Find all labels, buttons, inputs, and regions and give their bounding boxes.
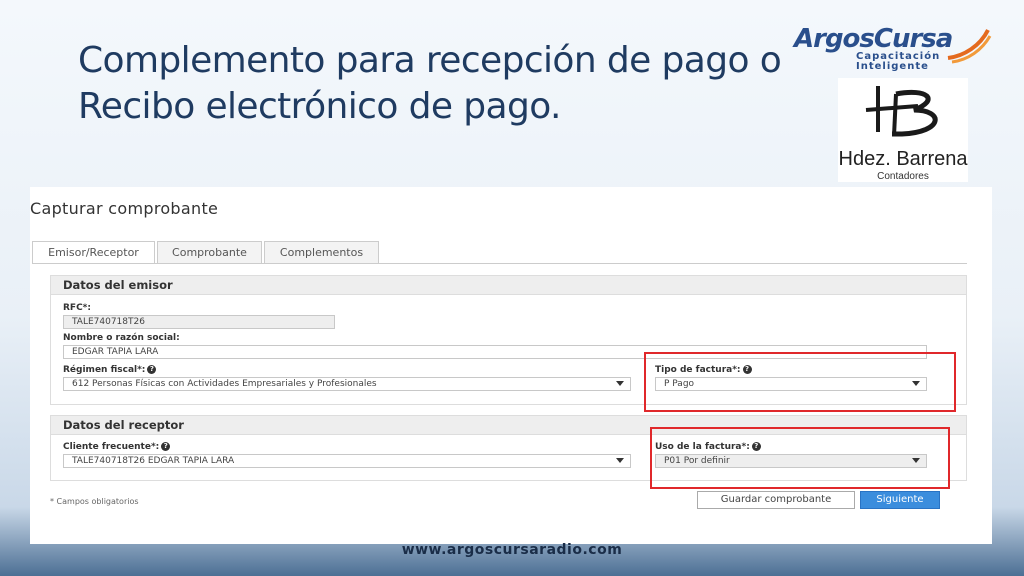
regimen-label-text: Régimen fiscal*: bbox=[63, 365, 146, 375]
slide-title-line1: Complemento para recepción de pago o bbox=[78, 40, 782, 81]
caret-down-icon bbox=[616, 458, 624, 463]
cliente-label: Cliente frecuente*:? bbox=[63, 442, 171, 452]
firm-name: Hdez. Barrena bbox=[838, 148, 968, 170]
brand-tagline: Capacitación Inteligente bbox=[856, 52, 940, 72]
footer-url[interactable]: www.argoscursaradio.com bbox=[0, 542, 1024, 558]
tab-emisor-receptor[interactable]: Emisor/Receptor bbox=[32, 241, 155, 264]
tab-comprobante[interactable]: Comprobante bbox=[157, 241, 262, 263]
question-circle-icon[interactable]: ? bbox=[147, 365, 157, 374]
brand-swoosh-icon bbox=[947, 29, 992, 64]
regimen-select-value: 612 Personas Físicas con Actividades Emp… bbox=[72, 379, 377, 389]
next-button[interactable]: Siguiente bbox=[860, 491, 940, 509]
invoice-form-screenshot: Capturar comprobante Emisor/Receptor Com… bbox=[30, 187, 992, 544]
brand-name: ArgosCursa bbox=[794, 24, 953, 54]
highlight-tipo-factura bbox=[644, 352, 956, 412]
nombre-label: Nombre o razón social: bbox=[63, 333, 180, 343]
regimen-label: Régimen fiscal*:? bbox=[63, 365, 157, 375]
cliente-select-value: TALE740718T26 EDGAR TAPIA LARA bbox=[72, 456, 235, 466]
tab-complementos[interactable]: Complementos bbox=[264, 241, 379, 263]
rfc-label: RFC*: bbox=[63, 303, 91, 313]
caret-down-icon bbox=[616, 381, 624, 386]
cliente-select[interactable]: TALE740718T26 EDGAR TAPIA LARA bbox=[63, 454, 631, 468]
highlight-uso-factura bbox=[650, 427, 950, 489]
hdez-barrena-logo: Hdez. Barrena Contadores bbox=[838, 78, 968, 182]
firm-subtitle: Contadores bbox=[877, 171, 929, 182]
save-button[interactable]: Guardar comprobante bbox=[697, 491, 855, 509]
rfc-field[interactable]: TALE740718T26 bbox=[63, 315, 335, 329]
cliente-label-text: Cliente frecuente*: bbox=[63, 442, 160, 452]
hb-monogram-icon bbox=[865, 86, 938, 137]
emisor-section-title: Datos del emisor bbox=[51, 276, 966, 295]
question-circle-icon[interactable]: ? bbox=[161, 442, 171, 451]
brand-tagline-line2: Inteligente bbox=[856, 61, 929, 72]
regimen-select[interactable]: 612 Personas Físicas con Actividades Emp… bbox=[63, 377, 631, 391]
argoscursa-logo: ArgosCursa Capacitación Inteligente bbox=[794, 22, 994, 74]
slide-title-line2: Recibo electrónico de pago. bbox=[78, 86, 561, 127]
slide-title: Complemento para recepción de pago o Rec… bbox=[78, 38, 838, 130]
required-fields-note: * Campos obligatorios bbox=[50, 497, 139, 506]
tab-divider bbox=[32, 263, 967, 264]
page-title: Capturar comprobante bbox=[30, 199, 219, 218]
